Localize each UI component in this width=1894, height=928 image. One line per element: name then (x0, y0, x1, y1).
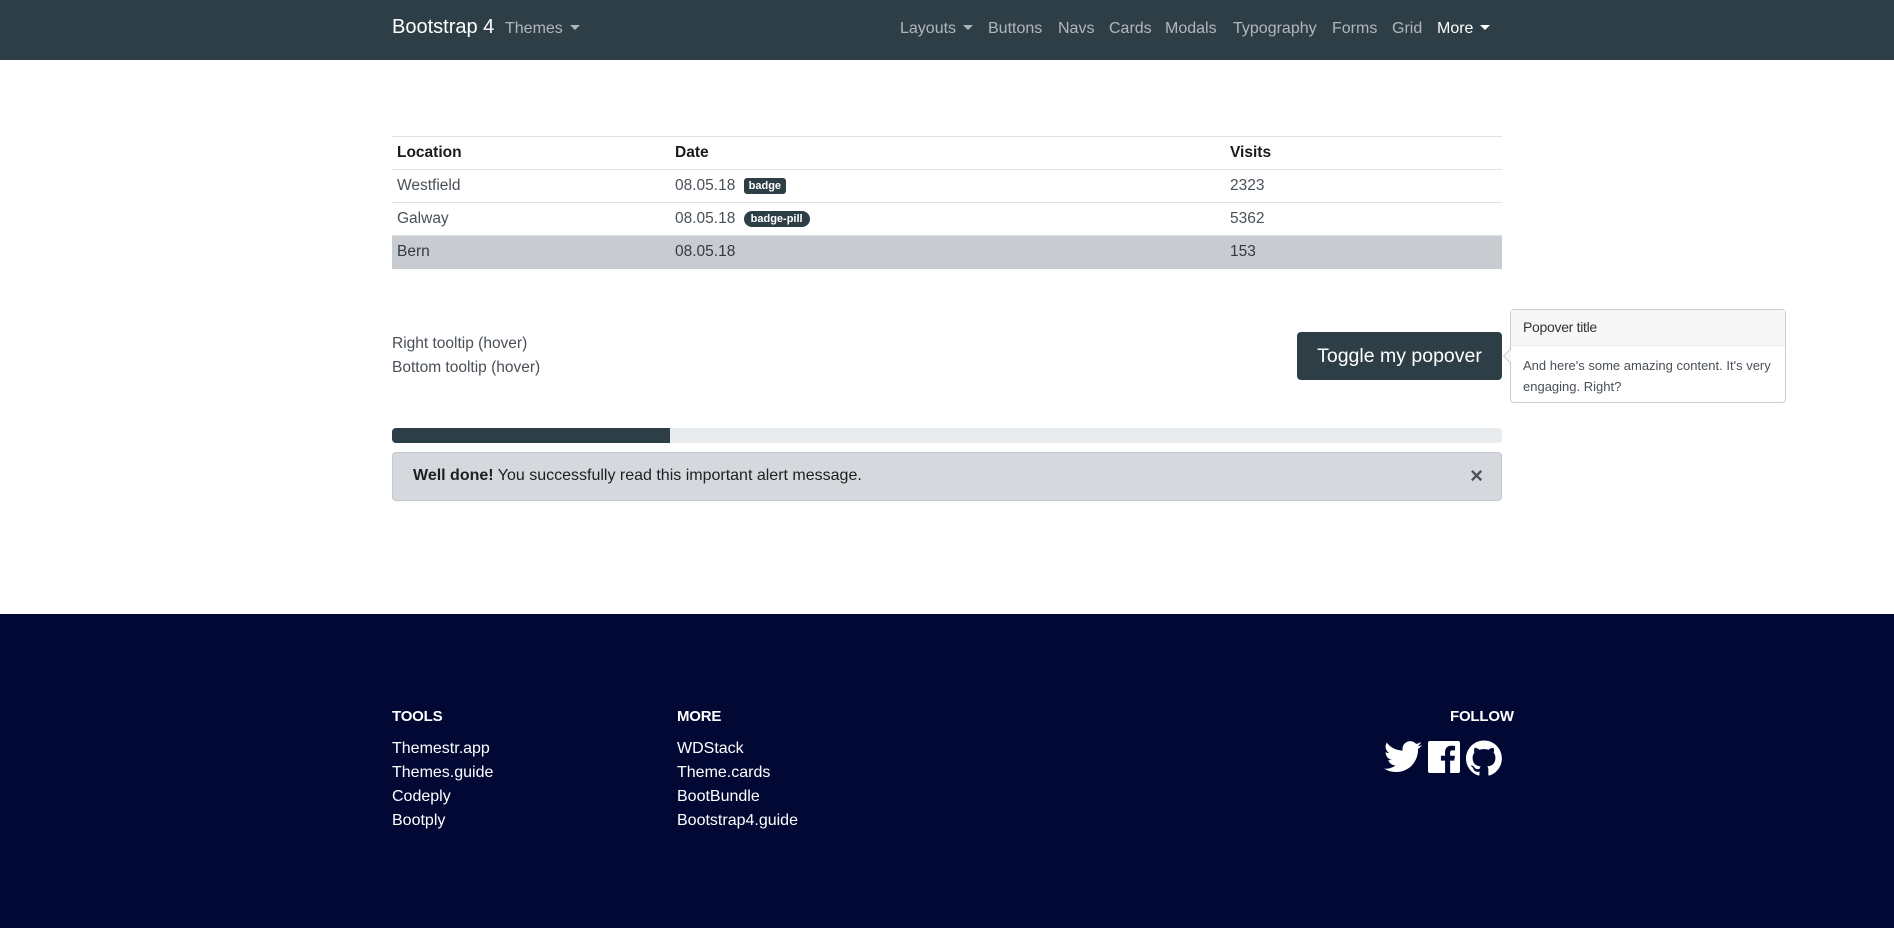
cell-location: Bern (392, 235, 670, 269)
popover-title: Popover title (1511, 310, 1785, 346)
chevron-down-icon (569, 25, 580, 30)
navbar: Bootstrap 4 Themes Layouts Buttons Navs … (0, 0, 1894, 60)
nav-typography[interactable]: Typography (1233, 20, 1317, 38)
cell-date: 08.05.18 badge-pill (670, 202, 1225, 236)
nav-modals[interactable]: Modals (1165, 20, 1217, 38)
footer-link-themes-guide[interactable]: Themes.guide (392, 764, 493, 782)
alert-text: You successfully read this important ale… (493, 467, 862, 484)
nav-layouts-dropdown[interactable]: Layouts (900, 20, 974, 38)
footer-link-bootbundle[interactable]: BootBundle (677, 788, 760, 806)
cell-visits: 2323 (1225, 169, 1502, 203)
cell-location: Galway (392, 202, 670, 236)
nav-grid[interactable]: Grid (1392, 20, 1422, 38)
progress-bar (392, 428, 670, 443)
nav-navs[interactable]: Navs (1058, 20, 1094, 38)
nav-more-label: More (1437, 20, 1474, 37)
popover: Popover title And here's some amazing co… (1503, 309, 1786, 403)
footer-follow-heading: FOLLOW (1450, 708, 1514, 725)
navbar-brand[interactable]: Bootstrap 4 (392, 16, 494, 39)
nav-forms[interactable]: Forms (1332, 20, 1377, 38)
twitter-icon[interactable] (1384, 740, 1422, 779)
date-text: 08.05.18 (675, 210, 736, 227)
themes-dropdown-label: Themes (505, 20, 563, 37)
cell-location: Westfield (392, 169, 670, 203)
badge-pill: badge-pill (743, 211, 810, 227)
github-icon[interactable] (1466, 740, 1502, 781)
nav-cards[interactable]: Cards (1109, 20, 1152, 38)
themes-dropdown[interactable]: Themes (505, 20, 580, 38)
progress (392, 428, 1502, 443)
footer-link-bootstrap4-guide[interactable]: Bootstrap4.guide (677, 812, 798, 830)
footer-link-theme-cards[interactable]: Theme.cards (677, 764, 770, 782)
footer: TOOLS Themestr.app Themes.guide Codeply … (0, 614, 1894, 928)
nav-more-dropdown[interactable]: More (1437, 20, 1491, 38)
badge: badge (743, 178, 787, 194)
cell-visits: 153 (1225, 235, 1502, 269)
toggle-popover-button[interactable]: Toggle my popover (1297, 332, 1502, 380)
facebook-icon[interactable] (1428, 740, 1460, 779)
header-visits: Visits (1225, 136, 1502, 170)
footer-link-wdstack[interactable]: WDStack (677, 740, 744, 758)
visits-table: Location Date Visits Westfield 08.05.18 … (392, 136, 1502, 269)
alert-strong: Well done! (413, 467, 494, 484)
footer-link-codeply[interactable]: Codeply (392, 788, 451, 806)
table-row: Galway 08.05.18 badge-pill 5362 (392, 202, 1502, 236)
table-row: Westfield 08.05.18 badge 2323 (392, 169, 1502, 203)
table-row: Bern 08.05.18 153 (392, 235, 1502, 269)
header-date: Date (670, 136, 1225, 170)
footer-more-heading: MORE (677, 708, 722, 725)
cell-date: 08.05.18 (670, 235, 1225, 269)
date-text: 08.05.18 (675, 177, 736, 194)
cell-visits: 5362 (1225, 202, 1502, 236)
chevron-down-icon (963, 25, 974, 30)
footer-tools-heading: TOOLS (392, 708, 443, 725)
right-tooltip-link[interactable]: Right tooltip (hover) (392, 335, 527, 353)
header-location: Location (392, 136, 670, 170)
cell-date: 08.05.18 badge (670, 169, 1225, 203)
popover-body: And here's some amazing content. It's ve… (1523, 358, 1771, 394)
popover-arrow (1503, 348, 1511, 364)
close-icon[interactable]: × (1470, 465, 1483, 487)
alert-success: Well done! You successfully read this im… (392, 452, 1502, 501)
nav-layouts-label: Layouts (900, 20, 957, 37)
footer-link-bootply[interactable]: Bootply (392, 812, 445, 830)
nav-buttons[interactable]: Buttons (988, 20, 1042, 38)
bottom-tooltip-link[interactable]: Bottom tooltip (hover) (392, 359, 540, 377)
table-header-row: Location Date Visits (392, 136, 1502, 170)
footer-link-themestr[interactable]: Themestr.app (392, 740, 490, 758)
chevron-down-icon (1480, 25, 1491, 30)
